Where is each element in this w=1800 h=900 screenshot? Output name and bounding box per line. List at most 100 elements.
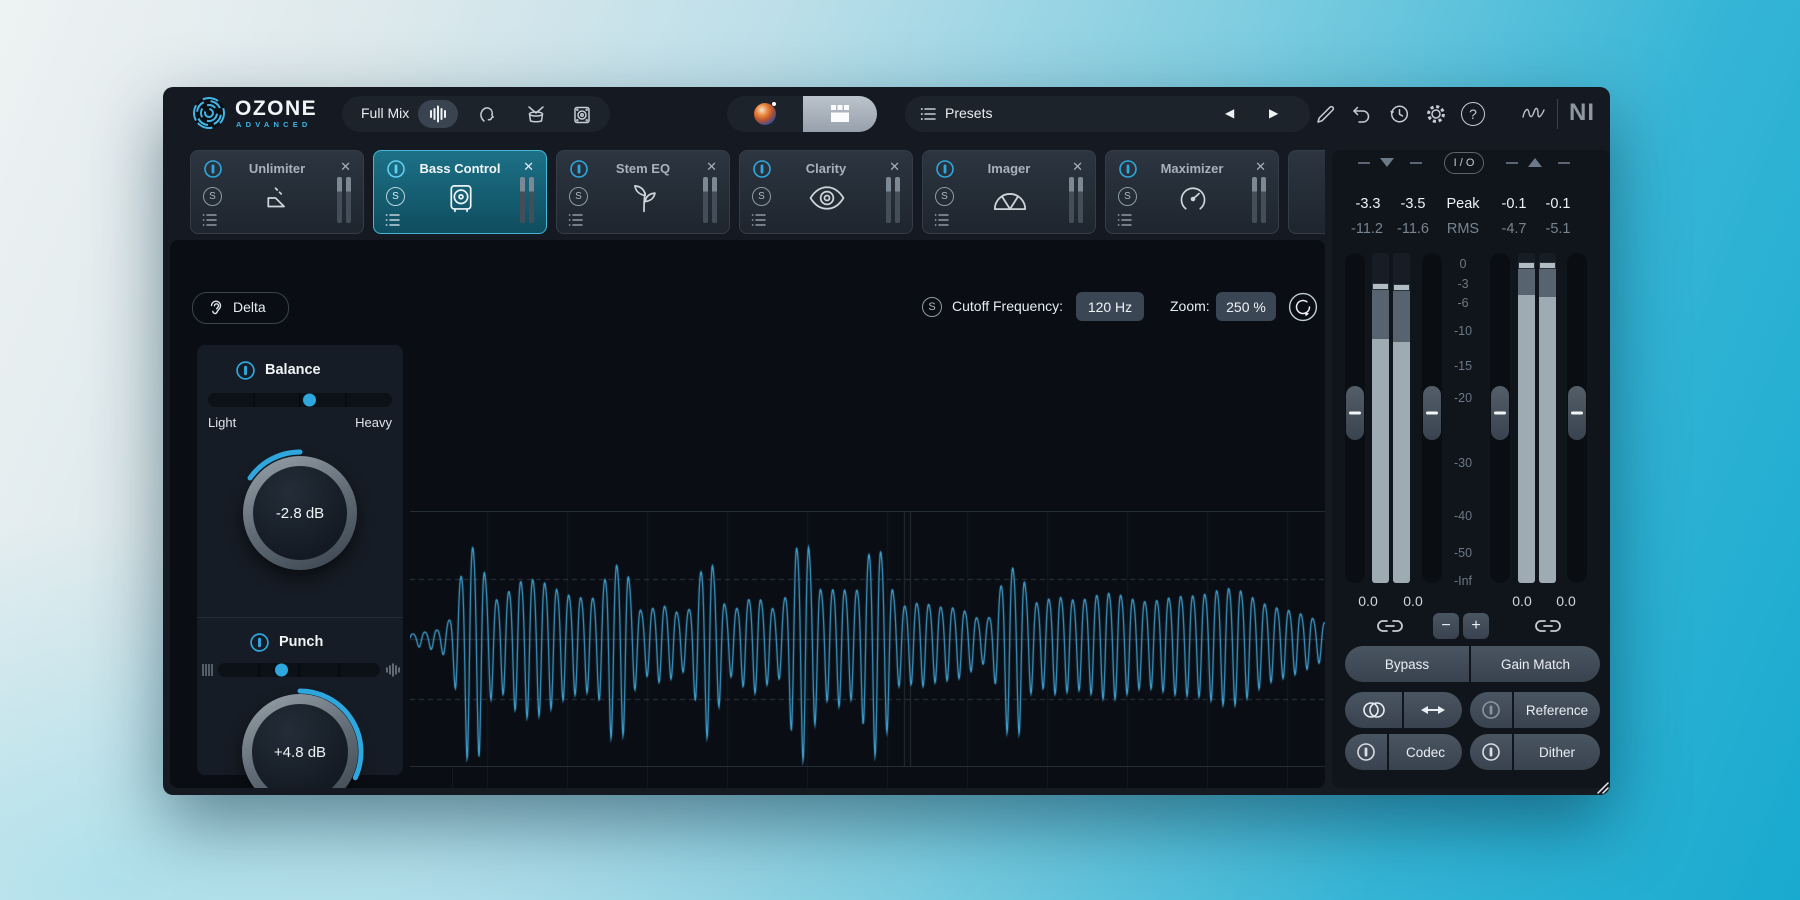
preset-next-button[interactable]: ▶ xyxy=(1269,106,1278,120)
settings-gear-icon[interactable] xyxy=(1424,102,1448,126)
edit-pencil-icon[interactable] xyxy=(1315,103,1337,125)
zoom-value[interactable]: 250 % xyxy=(1216,292,1276,321)
channel-ops-group xyxy=(1345,692,1462,728)
balance-slider[interactable] xyxy=(208,393,392,407)
full-mix-label[interactable]: Full Mix xyxy=(361,105,409,121)
io-badge[interactable]: I / O xyxy=(1444,152,1484,174)
drums-icon[interactable] xyxy=(524,103,548,127)
punch-slider-thumb[interactable] xyxy=(275,664,288,677)
meter-fill xyxy=(1393,291,1410,342)
tab-list-icon[interactable] xyxy=(202,212,220,228)
assistant-view-button[interactable] xyxy=(727,96,803,132)
meter-fill xyxy=(1539,297,1556,583)
bypass-gainmatch-group: Bypass Gain Match xyxy=(1345,646,1600,682)
output-link-icon[interactable] xyxy=(1534,618,1562,634)
help-icon[interactable]: ? xyxy=(1461,102,1485,126)
presets-label[interactable]: Presets xyxy=(945,105,992,121)
dither-power-button[interactable] xyxy=(1470,734,1512,770)
mid-side-button[interactable] xyxy=(1345,692,1402,728)
tab-stem-eq[interactable]: Stem EQ ✕ S xyxy=(556,150,730,234)
dither-button[interactable]: Dither xyxy=(1514,734,1600,770)
bypass-button[interactable]: Bypass xyxy=(1345,646,1469,682)
output-meter-left xyxy=(1518,253,1535,583)
tab-list-icon[interactable] xyxy=(385,212,403,228)
power-icon[interactable] xyxy=(235,360,256,381)
close-icon[interactable]: ✕ xyxy=(889,159,900,175)
power-icon[interactable] xyxy=(249,632,270,653)
solo-button[interactable]: S xyxy=(1118,187,1137,206)
close-icon[interactable]: ✕ xyxy=(706,159,717,175)
solo-button[interactable]: S xyxy=(386,187,405,206)
out-peak-right: -0.1 xyxy=(1535,196,1581,212)
close-icon[interactable]: ✕ xyxy=(523,159,534,175)
delta-button[interactable]: Delta xyxy=(192,292,289,324)
speaker-cab-icon[interactable] xyxy=(570,103,594,127)
fader-thumb[interactable] xyxy=(1346,386,1364,440)
cutoff-solo-button[interactable]: S xyxy=(922,297,942,317)
dash xyxy=(1506,162,1518,164)
vocal-icon[interactable] xyxy=(476,103,500,127)
tab-list-icon[interactable] xyxy=(751,212,769,228)
dash xyxy=(1410,162,1422,164)
punch-knob[interactable]: +4.8 dB xyxy=(242,694,358,788)
punch-slider[interactable] xyxy=(218,663,380,677)
reference-power-button[interactable] xyxy=(1470,692,1512,728)
tab-list-icon[interactable] xyxy=(568,212,586,228)
stem-eq-icon xyxy=(627,181,661,215)
tab-list-icon[interactable] xyxy=(934,212,952,228)
codec-button[interactable]: Codec xyxy=(1389,734,1462,770)
input-gain-right: 0.0 xyxy=(1391,593,1435,609)
resize-grip[interactable] xyxy=(1595,780,1609,794)
output-fader-left[interactable] xyxy=(1490,253,1510,583)
input-meter-left xyxy=(1372,253,1389,583)
preset-prev-button[interactable]: ◀ xyxy=(1225,106,1234,120)
modules-view-button[interactable] xyxy=(803,96,877,132)
balance-title: Balance xyxy=(265,362,321,378)
out-peak-left: -0.1 xyxy=(1491,196,1537,212)
gain-increment-button[interactable]: + xyxy=(1463,613,1489,639)
input-meter-dropdown-icon[interactable] xyxy=(1380,158,1394,167)
maximizer-gauge-icon xyxy=(1176,182,1210,216)
solo-button[interactable]: S xyxy=(203,187,222,206)
panel-divider xyxy=(197,617,403,618)
meter-fill xyxy=(1518,295,1535,583)
output-meter-right xyxy=(1539,253,1556,583)
meter-scale-label: -20 xyxy=(1433,391,1493,405)
output-meter-dropdown-icon[interactable] xyxy=(1528,158,1542,167)
output-fader-right[interactable] xyxy=(1567,253,1587,583)
undo-icon[interactable] xyxy=(1348,102,1372,126)
solo-button[interactable]: S xyxy=(569,187,588,206)
close-icon[interactable]: ✕ xyxy=(1072,159,1083,175)
left-right-arrows-icon xyxy=(1420,703,1446,717)
close-icon[interactable]: ✕ xyxy=(1255,159,1266,175)
cutoff-frequency-value[interactable]: 120 Hz xyxy=(1076,292,1144,321)
output-gain-left: 0.0 xyxy=(1500,593,1544,609)
close-icon[interactable]: ✕ xyxy=(340,159,351,175)
input-meter-right xyxy=(1393,253,1410,583)
input-link-icon[interactable] xyxy=(1376,618,1404,634)
input-fader-left[interactable] xyxy=(1345,253,1365,583)
brand-subtitle: ADVANCED xyxy=(236,120,312,129)
tab-bass-control[interactable]: Bass Control ✕ S xyxy=(373,150,547,234)
in-rms-right: -11.6 xyxy=(1389,221,1437,237)
tab-imager[interactable]: Imager ✕ S xyxy=(922,150,1096,234)
history-icon[interactable] xyxy=(1386,101,1412,127)
tab-maximizer[interactable]: Maximizer ✕ S xyxy=(1105,150,1279,234)
solo-button[interactable]: S xyxy=(752,187,771,206)
gain-decrement-button[interactable]: − xyxy=(1433,613,1459,639)
tab-label: Unlimiter xyxy=(191,161,363,176)
stereo-width-button[interactable] xyxy=(1404,692,1462,728)
balance-knob[interactable]: -2.8 dB xyxy=(243,456,357,570)
signature-scribble-icon[interactable] xyxy=(1521,103,1547,125)
reset-zoom-icon[interactable] xyxy=(1288,292,1318,322)
gain-match-button[interactable]: Gain Match xyxy=(1471,646,1600,682)
fader-thumb[interactable] xyxy=(1491,386,1509,440)
reference-button[interactable]: Reference xyxy=(1514,692,1600,728)
solo-button[interactable]: S xyxy=(935,187,954,206)
tab-unlimiter[interactable]: Unlimiter ✕ S xyxy=(190,150,364,234)
balance-slider-thumb[interactable] xyxy=(303,394,316,407)
tab-clarity[interactable]: Clarity ✕ S xyxy=(739,150,913,234)
fader-thumb[interactable] xyxy=(1568,386,1586,440)
tab-list-icon[interactable] xyxy=(1117,212,1135,228)
codec-power-button[interactable] xyxy=(1345,734,1387,770)
